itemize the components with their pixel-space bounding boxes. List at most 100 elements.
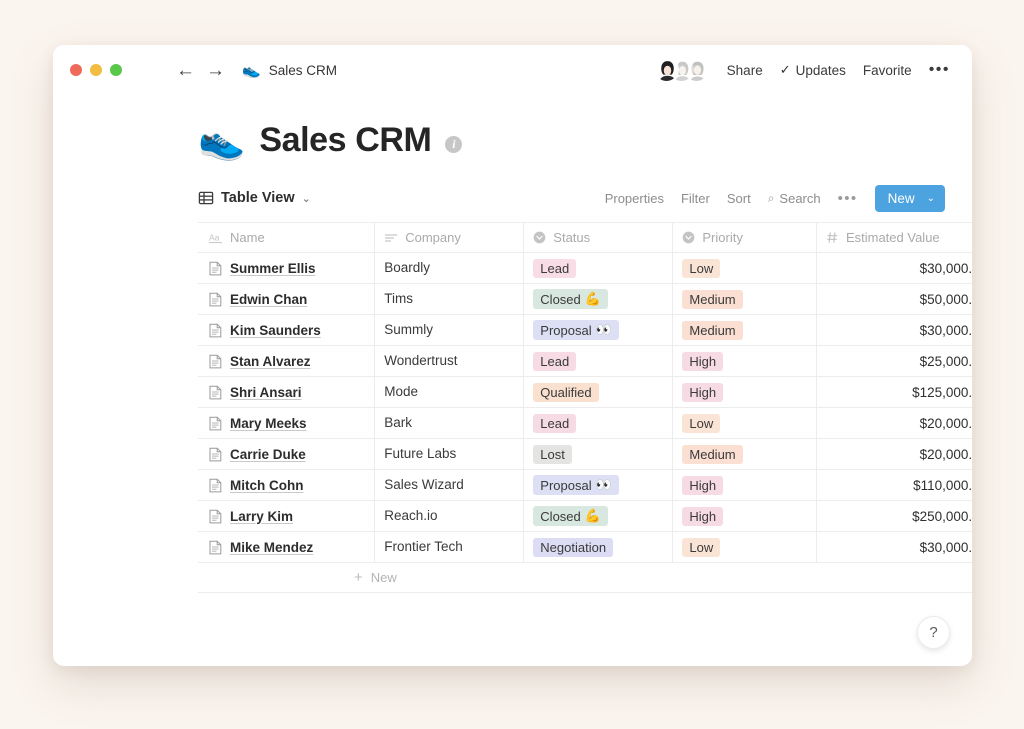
column-header-status[interactable]: Status [524, 223, 673, 253]
cell-priority[interactable]: Medium [673, 439, 817, 470]
cell-company[interactable]: Tims [375, 284, 524, 315]
cell-name[interactable]: Shri Ansari [198, 377, 375, 408]
cell-priority[interactable]: Low [673, 408, 817, 439]
forward-arrow-icon[interactable]: → [206, 61, 225, 80]
cell-status[interactable]: Lead [524, 346, 673, 377]
cell-estimated-value[interactable]: $20,000.00 [816, 439, 972, 470]
maximize-window-button[interactable] [110, 64, 122, 76]
cell-priority[interactable]: High [673, 346, 817, 377]
table-row[interactable]: Mary MeeksBarkLeadLow$20,000.00Leslie Je… [198, 408, 972, 439]
table-row[interactable]: Edwin ChanTimsClosed💪Medium$50,000.00Les… [198, 284, 972, 315]
column-header-estimated-value[interactable]: Estimated Value [816, 223, 972, 253]
tab-table-view[interactable]: Table View ⌄ [198, 190, 311, 206]
cell-priority[interactable]: Medium [673, 315, 817, 346]
table-row[interactable]: Larry KimReach.ioClosed💪High$250,000.00J… [198, 501, 972, 532]
cell-priority[interactable]: Medium [673, 284, 817, 315]
cell-name[interactable]: Larry Kim [198, 501, 375, 532]
cell-name[interactable]: Mary Meeks [198, 408, 375, 439]
cell-estimated-value[interactable]: $25,000.00 [816, 346, 972, 377]
cell-name[interactable]: Summer Ellis [198, 253, 375, 284]
navigation-arrows: ← → [176, 61, 225, 80]
favorite-button[interactable]: Favorite [863, 63, 912, 78]
cell-company[interactable]: Bark [375, 408, 524, 439]
sneaker-icon[interactable]: 👟 [198, 122, 245, 160]
table-row[interactable]: Mike MendezFrontier TechNegotiation Low $3… [198, 532, 972, 563]
column-header-priority[interactable]: Priority [673, 223, 817, 253]
cell-estimated-value[interactable]: $125,000.00 [816, 377, 972, 408]
cell-priority[interactable]: High [673, 377, 817, 408]
table-row[interactable]: Summer EllisBoardlyLeadLow$30,000.00Jen … [198, 253, 972, 284]
column-header-company[interactable]: Company [375, 223, 524, 253]
sidebar-toggle-icon[interactable] [140, 63, 158, 77]
cell-status[interactable]: Negotiation [524, 532, 673, 563]
table-row[interactable]: Carrie DukeFuture Labs Lost Medium$20,000.… [198, 439, 972, 470]
cell-company[interactable]: Reach.io [375, 501, 524, 532]
cell-priority[interactable]: Low [673, 532, 817, 563]
cell-status[interactable]: Proposal👀 [524, 470, 673, 501]
close-window-button[interactable] [70, 64, 82, 76]
new-record-button[interactable]: New ⌄ [875, 185, 945, 212]
properties-button[interactable]: Properties [605, 191, 664, 206]
new-row-label: New [371, 570, 397, 585]
cell-company[interactable]: Frontier Tech [375, 532, 524, 563]
cell-name[interactable]: Kim Saunders [198, 315, 375, 346]
cell-company[interactable]: Wondertrust [375, 346, 524, 377]
cell-status[interactable]: Closed💪 [524, 284, 673, 315]
company-name: Bark [384, 415, 412, 430]
cell-company[interactable]: Mode [375, 377, 524, 408]
share-button[interactable]: Share [727, 63, 763, 78]
cell-status[interactable]: Proposal👀 [524, 315, 673, 346]
page-document-icon [209, 478, 222, 493]
column-header-name[interactable]: Aa Name [198, 223, 375, 253]
status-badge: Lost [533, 445, 572, 464]
page-document-icon [209, 385, 222, 400]
cell-name[interactable]: Stan Alvarez [198, 346, 375, 377]
toolbar-more-icon[interactable]: ••• [838, 191, 858, 206]
filter-button[interactable]: Filter [681, 191, 710, 206]
new-row-button[interactable]: + New [198, 563, 972, 593]
help-button[interactable]: ? [917, 616, 950, 649]
cell-priority[interactable]: High [673, 501, 817, 532]
cell-name[interactable]: Mitch Cohn [198, 470, 375, 501]
record-name: Edwin Chan [230, 292, 307, 307]
cell-estimated-value[interactable]: $20,000.00 [816, 408, 972, 439]
cell-priority[interactable]: Low [673, 253, 817, 284]
cell-status[interactable]: Lead [524, 253, 673, 284]
window-breadcrumb[interactable]: 👟 Sales CRM [242, 63, 337, 78]
cell-estimated-value[interactable]: $250,000.00 [816, 501, 972, 532]
cell-company[interactable]: Boardly [375, 253, 524, 284]
cell-estimated-value[interactable]: $30,000.00 [816, 532, 972, 563]
cell-company[interactable]: Summly [375, 315, 524, 346]
priority-badge: Low [682, 259, 720, 278]
cell-name[interactable]: Carrie Duke [198, 439, 375, 470]
table-row[interactable]: Mitch CohnSales WizardProposal👀 High $110,… [198, 470, 972, 501]
cell-estimated-value[interactable]: $50,000.00 [816, 284, 972, 315]
cell-priority[interactable]: High [673, 470, 817, 501]
cell-status[interactable]: Lead [524, 408, 673, 439]
table-row[interactable]: Stan AlvarezWondertrustLeadHigh$25,000.0… [198, 346, 972, 377]
cell-status[interactable]: Closed💪 [524, 501, 673, 532]
table-row[interactable]: Shri AnsariModeQualifiedHigh$125,000.00H… [198, 377, 972, 408]
cell-company[interactable]: Future Labs [375, 439, 524, 470]
cell-status[interactable]: Qualified [524, 377, 673, 408]
cell-company[interactable]: Sales Wizard [375, 470, 524, 501]
table-row[interactable]: Kim SaundersSummlyProposal👀Medium$30,000… [198, 315, 972, 346]
priority-label: Low [689, 540, 713, 555]
minimize-window-button[interactable] [90, 64, 102, 76]
sort-button[interactable]: Sort [727, 191, 751, 206]
cell-name[interactable]: Edwin Chan [198, 284, 375, 315]
priority-badge: High [682, 476, 723, 495]
page-title[interactable]: Sales CRM [259, 121, 431, 160]
more-options-icon[interactable]: ••• [929, 62, 950, 78]
cell-estimated-value[interactable]: $30,000.00 [816, 315, 972, 346]
info-icon[interactable]: i [445, 136, 462, 153]
back-arrow-icon[interactable]: ← [176, 61, 195, 80]
collaborator-avatars[interactable] [654, 57, 710, 83]
column-label: Name [230, 230, 265, 245]
cell-status[interactable]: Lost [524, 439, 673, 470]
search-button[interactable]: ⌕ Search [768, 191, 821, 206]
updates-button[interactable]: ✓ Updates [780, 62, 846, 78]
cell-estimated-value[interactable]: $110,000.00 [816, 470, 972, 501]
cell-estimated-value[interactable]: $30,000.00 [816, 253, 972, 284]
cell-name[interactable]: Mike Mendez [198, 532, 375, 563]
